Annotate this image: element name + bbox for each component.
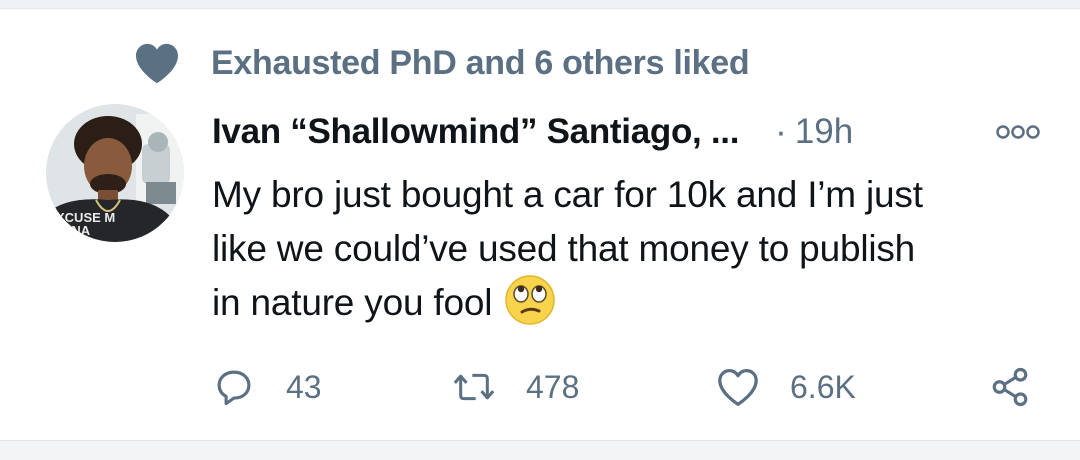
- author-name[interactable]: Ivan “Shallowmind” Santiago, ...: [212, 112, 739, 152]
- tweet-text-line: like we could’ve used that money to publ…: [212, 228, 916, 269]
- tweet-text: My bro just bought a car for 10k and I’m…: [212, 168, 1052, 330]
- more-horizontal-icon[interactable]: [994, 118, 1042, 146]
- separator-dot: ·: [775, 112, 787, 151]
- retweet-icon: [452, 365, 496, 409]
- like-button[interactable]: 6.6K: [716, 360, 856, 414]
- social-context[interactable]: Exhausted PhD and 6 others liked: [133, 38, 750, 88]
- reply-count: 43: [286, 368, 322, 405]
- top-divider: [0, 0, 1080, 9]
- social-context-text: Exhausted PhD and 6 others liked: [211, 43, 750, 82]
- share-button[interactable]: [988, 360, 1032, 414]
- tweet-screenshot: Exhausted PhD and 6 others liked XCUSE M…: [0, 0, 1080, 460]
- tweet-text-line: in nature you fool: [212, 274, 1052, 330]
- reply-icon: [212, 365, 256, 409]
- like-count: 6.6K: [790, 368, 856, 405]
- avatar[interactable]: XCUSE M DNA: [46, 104, 184, 242]
- heart-outline-icon: [716, 365, 760, 409]
- tweet-header: Ivan “Shallowmind” Santiago, ... · 19h: [212, 108, 1042, 156]
- tweet-text-line: My bro just bought a car for 10k and I’m…: [212, 174, 923, 215]
- reply-button[interactable]: 43: [212, 360, 322, 414]
- retweet-button[interactable]: 478: [452, 360, 579, 414]
- retweet-count: 478: [526, 368, 580, 405]
- bottom-divider: [0, 440, 1080, 460]
- rolling-eyes-emoji-icon: [504, 274, 556, 326]
- timestamp[interactable]: 19h: [795, 112, 853, 152]
- tweet-text-line-content: in nature you fool: [212, 282, 493, 323]
- heart-icon: [133, 39, 181, 87]
- svg-text:DNA: DNA: [62, 223, 91, 238]
- share-icon: [988, 365, 1032, 409]
- tweet-actions: 43 478 6.6K: [212, 360, 1042, 414]
